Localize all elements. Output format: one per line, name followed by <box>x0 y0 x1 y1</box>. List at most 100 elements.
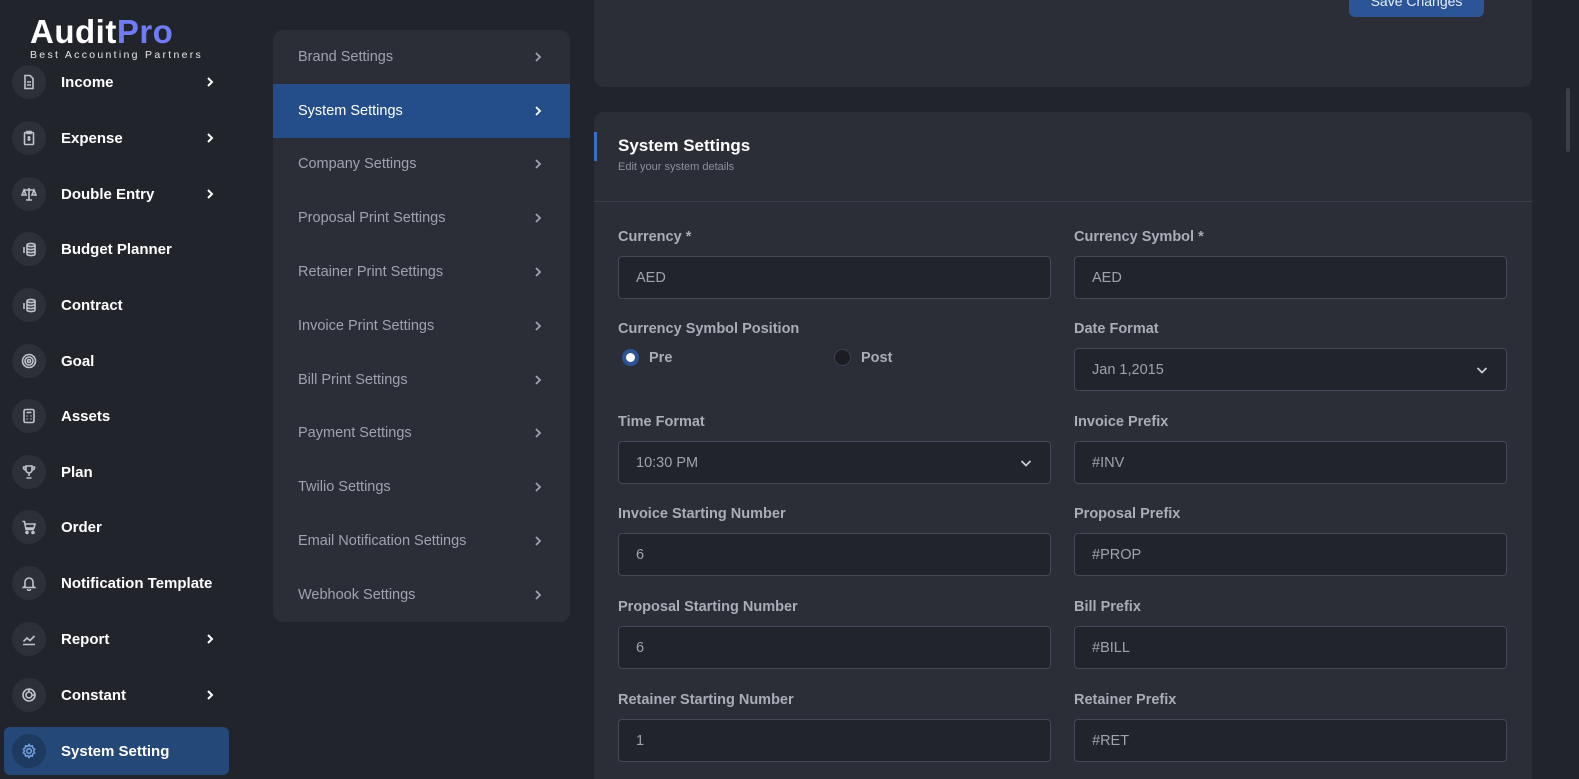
sidebar-item-label: Report <box>61 630 110 648</box>
sidebar-item-label: Double Entry <box>61 185 155 203</box>
settings-menu-item-retainer-print[interactable]: Retainer Print Settings <box>273 245 570 299</box>
header-accent-bar <box>594 132 597 161</box>
date-format-select[interactable]: Jan 1,2015 <box>1074 348 1507 391</box>
chevron-right-icon <box>535 482 542 492</box>
settings-menu-item-label: Invoice Print Settings <box>298 317 435 334</box>
sidebar-item-label: Assets <box>61 407 111 425</box>
proposal-prefix-value: #PROP <box>1092 546 1142 563</box>
sidebar-item-plan[interactable]: Plan <box>4 448 229 496</box>
settings-menu-item-email-notification[interactable]: Email Notification Settings <box>273 514 570 568</box>
proposal-prefix-label: Proposal Prefix <box>1074 506 1181 522</box>
radio-label: Pre <box>649 349 673 366</box>
sidebar-item-constant[interactable]: Constant <box>4 671 229 719</box>
invoice-prefix-input[interactable]: #INV <box>1074 441 1507 484</box>
chevron-right-icon <box>535 267 542 277</box>
currency-symbol-input[interactable]: AED <box>1074 256 1507 299</box>
chevron-right-icon <box>535 536 542 546</box>
bill-prefix-input[interactable]: #BILL <box>1074 626 1507 669</box>
coins-icon <box>12 288 46 322</box>
sidebar-item-label: Notification Template <box>61 574 213 592</box>
settings-menu-item-brand[interactable]: Brand Settings <box>273 30 570 84</box>
gear-icon <box>12 734 46 768</box>
page-scrollbar[interactable] <box>1566 88 1570 152</box>
chevron-right-icon <box>535 52 542 62</box>
calculator-icon <box>12 399 46 433</box>
chevron-right-icon <box>535 428 542 439</box>
brand-logo[interactable]: AuditPro Best Accounting Partners <box>30 14 203 62</box>
scale-icon <box>12 177 46 211</box>
settings-menu-item-invoice-print[interactable]: Invoice Print Settings <box>273 299 570 353</box>
radio-button <box>622 349 639 366</box>
settings-menu-item-twilio[interactable]: Twilio Settings <box>273 460 570 514</box>
chevron-right-icon <box>201 129 219 147</box>
sidebar-item-goal[interactable]: Goal <box>4 337 229 385</box>
sidebar-item-label: Contract <box>61 296 123 314</box>
settings-menu-item-label: System Settings <box>298 102 403 119</box>
currency-symbol-position-label: Currency Symbol Position <box>618 321 800 337</box>
receipt-icon <box>12 121 46 155</box>
sidebar-item-expense[interactable]: Expense <box>4 114 229 162</box>
sidebar-item-order[interactable]: Order <box>4 503 229 551</box>
invoice-starting-number-value: 6 <box>636 546 645 563</box>
retainer-starting-number-input[interactable]: 1 <box>618 719 1051 762</box>
time-format-select[interactable]: 10:30 PM <box>618 441 1051 484</box>
settings-menu-item-label: Webhook Settings <box>298 586 416 603</box>
bill-prefix-value: #BILL <box>1092 639 1130 656</box>
cart-icon <box>12 510 46 544</box>
time-format-value: 10:30 PM <box>636 454 699 471</box>
radio-pre[interactable]: Pre <box>622 349 672 366</box>
settings-menu-item-label: Email Notification Settings <box>298 533 467 550</box>
invoice-starting-number-label: Invoice Starting Number <box>618 506 786 522</box>
radio-post[interactable]: Post <box>834 349 892 366</box>
spiral-icon <box>12 678 46 712</box>
system-settings-card: System Settings Edit your system details… <box>594 112 1532 779</box>
currency-label: Currency * <box>618 229 692 245</box>
proposal-prefix-input[interactable]: #PROP <box>1074 533 1507 576</box>
chevron-right-icon <box>201 185 219 203</box>
chevron-right-icon <box>535 213 542 223</box>
sidebar-item-contract[interactable]: Contract <box>4 281 229 329</box>
settings-menu-item-label: Twilio Settings <box>298 479 391 496</box>
chevron-right-icon <box>535 375 542 385</box>
settings-menu-item-label: Retainer Print Settings <box>298 264 444 281</box>
date-format-label: Date Format <box>1074 321 1159 337</box>
target-icon <box>12 344 46 378</box>
chevron-right-icon <box>535 106 542 116</box>
sidebar-item-assets[interactable]: Assets <box>4 392 229 440</box>
settings-menu-item-webhook[interactable]: Webhook Settings <box>273 568 570 622</box>
retainer-starting-number-label: Retainer Starting Number <box>618 692 794 708</box>
sidebar-item-income[interactable]: Income <box>4 58 229 106</box>
settings-menu-item-company[interactable]: Company Settings <box>273 138 570 192</box>
brand-name-part-a: Audit <box>30 13 117 50</box>
currency-symbol-value: AED <box>1092 269 1122 286</box>
sidebar-item-report[interactable]: Report <box>4 615 229 663</box>
currency-symbol-label: Currency Symbol * <box>1074 229 1204 245</box>
sidebar-item-notification-template[interactable]: Notification Template <box>4 559 229 607</box>
settings-menu-item-system[interactable]: System Settings <box>273 83 570 138</box>
proposal-starting-number-input[interactable]: 6 <box>618 626 1051 669</box>
settings-menu-item-bill-print[interactable]: Bill Print Settings <box>273 353 570 407</box>
radio-button <box>834 349 851 366</box>
invoice-starting-number-input[interactable]: 6 <box>618 533 1051 576</box>
brand-name: AuditPro <box>30 14 203 50</box>
settings-menu-item-proposal-print[interactable]: Proposal Print Settings <box>273 191 570 245</box>
proposal-starting-number-label: Proposal Starting Number <box>618 599 798 615</box>
sidebar-item-double-entry[interactable]: Double Entry <box>4 170 229 218</box>
settings-menu-item-label: Payment Settings <box>298 425 412 442</box>
settings-menu-item-payment[interactable]: Payment Settings <box>273 407 570 461</box>
chart-line-icon <box>12 622 46 656</box>
currency-value: AED <box>636 269 666 286</box>
radio-label: Post <box>861 349 893 366</box>
chevron-right-icon <box>535 159 542 170</box>
retainer-prefix-input[interactable]: #RET <box>1074 719 1507 762</box>
invoice-prefix-value: #INV <box>1092 454 1125 471</box>
currency-input[interactable]: AED <box>618 256 1051 299</box>
save-changes-button[interactable]: Save Changes <box>1349 0 1484 17</box>
bell-icon <box>12 566 46 600</box>
invoice-prefix-label: Invoice Prefix <box>1074 414 1169 430</box>
file-icon <box>12 65 46 99</box>
sidebar-item-system-setting[interactable]: System Setting <box>4 727 229 775</box>
sidebar-item-budget-planner[interactable]: Budget Planner <box>4 225 229 273</box>
chevron-down-icon <box>1020 459 1032 467</box>
chevron-right-icon <box>201 73 219 91</box>
